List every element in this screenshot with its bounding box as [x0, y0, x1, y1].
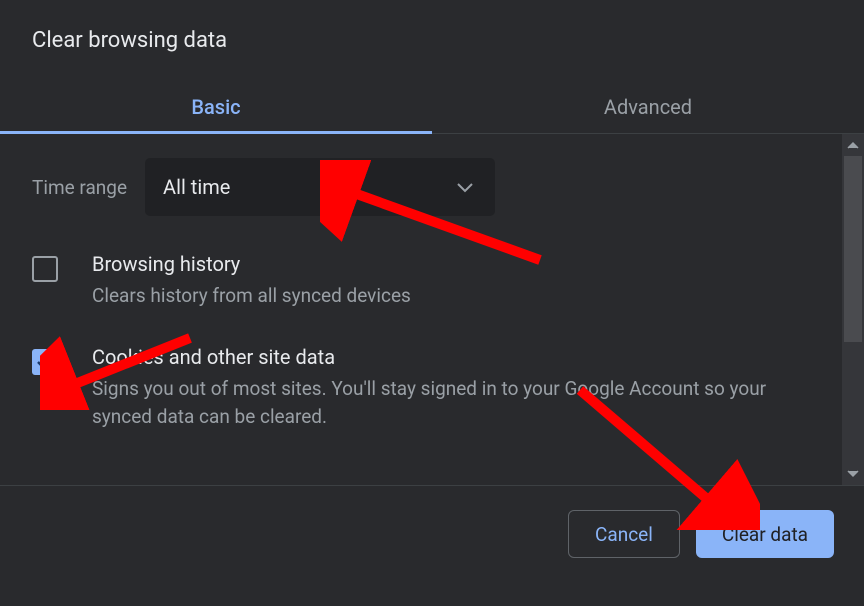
tab-advanced[interactable]: Advanced — [432, 81, 864, 133]
scrollbar-track[interactable] — [842, 134, 864, 485]
option-browsing-history-desc: Clears history from all synced devices — [92, 282, 824, 311]
option-cookies-desc: Signs you out of most sites. You'll stay… — [92, 375, 824, 432]
time-range-label: Time range — [32, 176, 127, 199]
dropdown-icon — [457, 178, 473, 197]
time-range-row: Time range All time — [32, 158, 824, 216]
checkbox-cookies[interactable] — [32, 349, 58, 375]
option-browsing-history: Browsing history Clears history from all… — [32, 252, 824, 311]
scroll-region: Time range All time Browsing history Cle… — [0, 134, 864, 486]
scroll-up-icon[interactable] — [842, 134, 864, 156]
option-browsing-history-title: Browsing history — [92, 252, 824, 276]
tab-basic[interactable]: Basic — [0, 81, 432, 133]
check-icon — [36, 355, 54, 369]
time-range-value: All time — [163, 175, 230, 199]
checkbox-browsing-history[interactable] — [32, 256, 58, 282]
clear-data-button[interactable]: Clear data — [696, 510, 834, 558]
cancel-button[interactable]: Cancel — [568, 510, 680, 558]
option-cookies-title: Cookies and other site data — [92, 345, 824, 369]
option-cookies: Cookies and other site data Signs you ou… — [32, 345, 824, 432]
dialog-footer: Cancel Clear data — [0, 486, 864, 558]
time-range-select[interactable]: All time — [145, 158, 495, 216]
dialog-title: Clear browsing data — [0, 0, 864, 53]
tabs: Basic Advanced — [0, 81, 864, 134]
scroll-down-icon[interactable] — [842, 463, 864, 485]
scrollbar-thumb[interactable] — [844, 156, 862, 342]
